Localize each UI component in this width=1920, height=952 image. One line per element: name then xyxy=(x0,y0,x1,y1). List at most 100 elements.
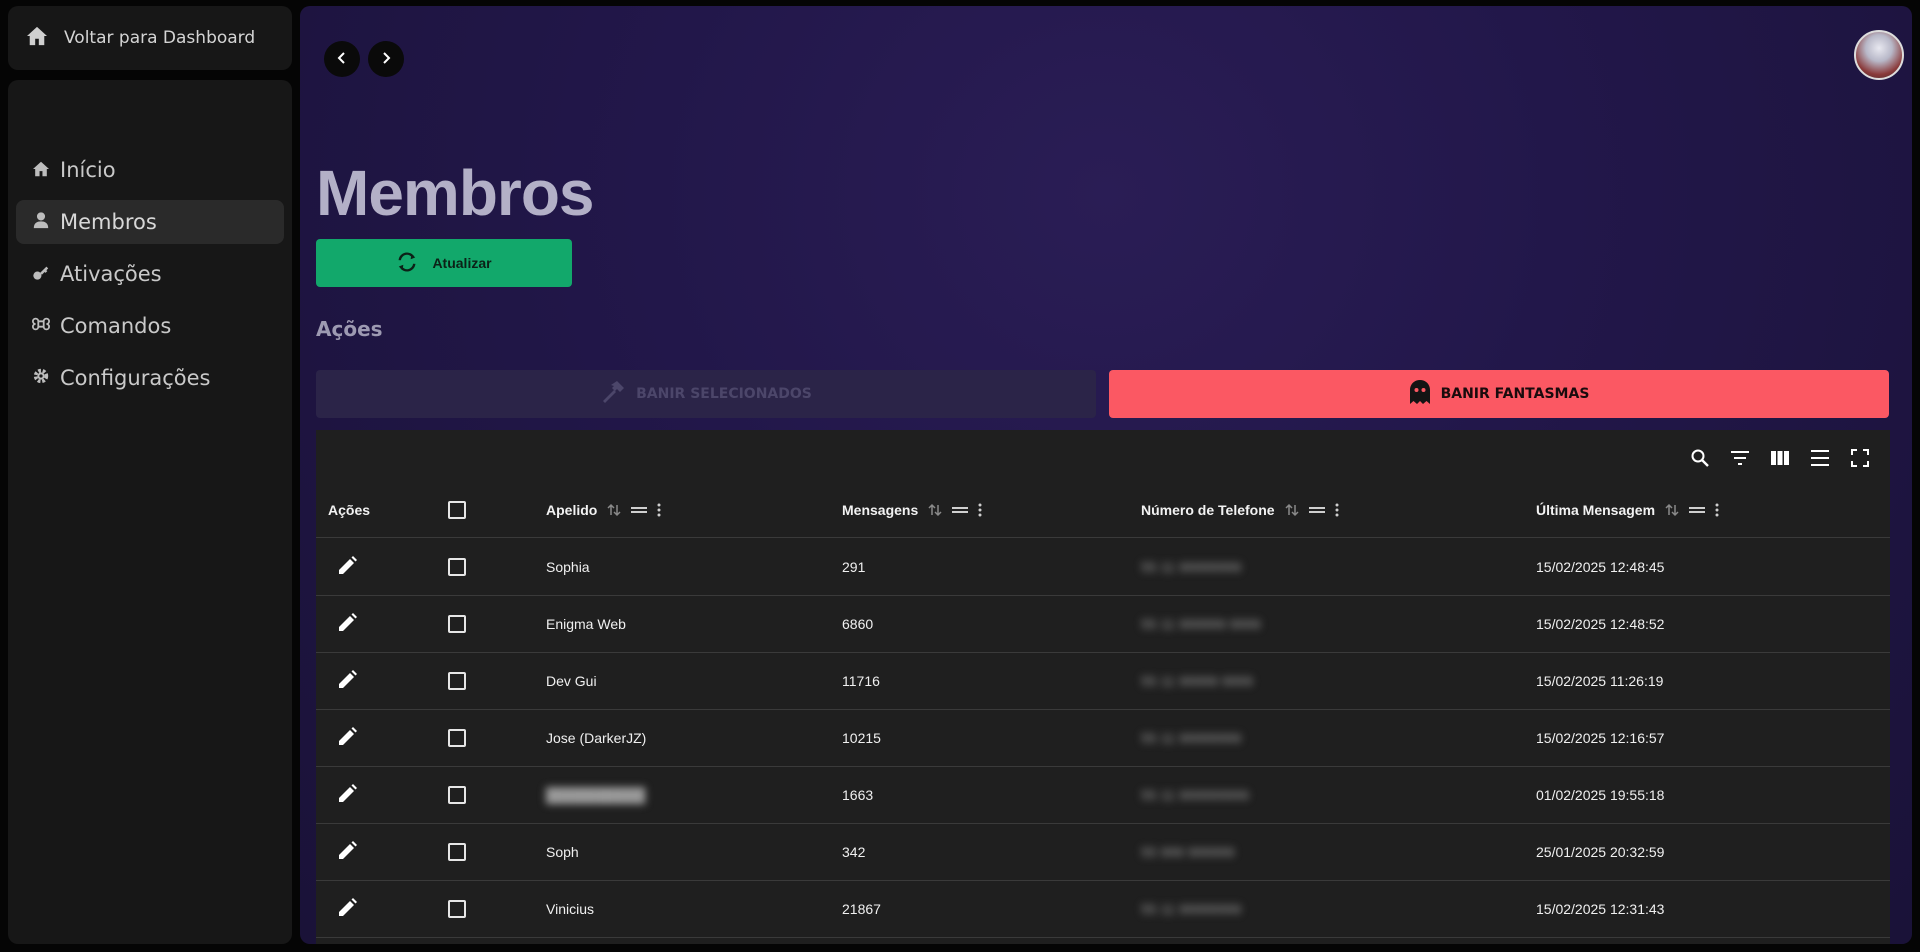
edit-button[interactable] xyxy=(336,767,358,823)
row-select-cell xyxy=(448,767,466,823)
column-header-label: Número de Telefone xyxy=(1141,502,1275,518)
row-checkbox[interactable] xyxy=(448,786,466,804)
back-to-dashboard-button[interactable]: Voltar para Dashboard xyxy=(8,6,292,70)
row-checkbox[interactable] xyxy=(448,558,466,576)
messages-cell: 342 xyxy=(842,844,866,860)
refresh-label: Atualizar xyxy=(432,255,492,271)
pencil-icon xyxy=(336,612,358,637)
row-checkbox[interactable] xyxy=(448,900,466,918)
refresh-icon xyxy=(396,251,418,275)
edit-button[interactable] xyxy=(336,539,358,595)
messages-cell: 11716 xyxy=(842,673,880,689)
last-message-cell: 15/02/2025 11:26:19 xyxy=(1536,673,1664,689)
last-message-cell: 25/01/2025 20:32:59 xyxy=(1536,844,1665,860)
drag-handle-icon[interactable] xyxy=(1308,505,1325,515)
refresh-button[interactable]: Atualizar xyxy=(316,239,572,287)
fullscreen-icon[interactable] xyxy=(1848,446,1872,470)
row-checkbox[interactable] xyxy=(448,672,466,690)
density-icon[interactable] xyxy=(1808,446,1832,470)
row-checkbox[interactable] xyxy=(448,843,466,861)
sidebar-item-inicio[interactable]: Início xyxy=(16,148,284,192)
column-header-mensagens[interactable]: Mensagens xyxy=(842,482,982,538)
table-row: Enigma Web 6860 55 11 999999 9999 15/02/… xyxy=(316,596,1890,653)
messages-cell: 10215 xyxy=(842,730,881,746)
user-avatar[interactable] xyxy=(1854,30,1904,80)
column-header-ultima-mensagem[interactable]: Última Mensagem xyxy=(1536,482,1719,538)
drag-handle-icon[interactable] xyxy=(1689,505,1706,515)
column-menu-icon[interactable] xyxy=(1715,503,1719,517)
columns-icon[interactable] xyxy=(1768,446,1792,470)
table-row: Jose (DarkerJZ) 10215 55 11 99999999 15/… xyxy=(316,710,1890,767)
search-icon[interactable] xyxy=(1688,446,1712,470)
app-root: Voltar para Dashboard Início Membros Ati… xyxy=(0,0,1920,952)
drag-handle-icon[interactable] xyxy=(631,505,648,515)
sort-icon[interactable] xyxy=(1285,503,1299,517)
row-checkbox[interactable] xyxy=(448,615,466,633)
back-to-dashboard-label: Voltar para Dashboard xyxy=(64,28,256,48)
column-menu-icon[interactable] xyxy=(657,503,661,517)
sidebar-item-label: Configurações xyxy=(60,366,211,390)
column-header-apelido[interactable]: Apelido xyxy=(546,482,661,538)
column-header-label: Ações xyxy=(328,502,371,518)
column-header-telefone[interactable]: Número de Telefone xyxy=(1141,482,1339,538)
command-icon xyxy=(32,314,50,338)
edit-button[interactable] xyxy=(336,824,358,880)
messages-cell: 6860 xyxy=(842,616,874,632)
nickname-cell: Vinicius xyxy=(546,901,594,917)
gear-icon xyxy=(32,366,50,390)
sidebar-item-ativacoes[interactable]: Ativações xyxy=(16,252,284,296)
edit-button[interactable] xyxy=(336,653,358,709)
ghost-icon xyxy=(1409,379,1431,409)
phone-cell: 55 11 999999 9999 xyxy=(1141,616,1261,632)
phone-cell: 55 999 999999 xyxy=(1141,844,1235,860)
pencil-icon xyxy=(336,783,358,808)
select-all-checkbox-cell xyxy=(448,482,466,538)
row-checkbox[interactable] xyxy=(448,729,466,747)
sidebar-nav: Início Membros Ativações Comandos Config… xyxy=(8,80,292,944)
back-arrow-button[interactable] xyxy=(324,41,360,77)
phone-cell: 55 11 99999999 xyxy=(1141,559,1242,575)
column-header-label: Apelido xyxy=(546,502,598,518)
home-icon xyxy=(26,26,48,50)
column-header-label: Última Mensagem xyxy=(1536,502,1656,518)
nickname-cell: Enigma Web xyxy=(546,616,626,632)
filter-icon[interactable] xyxy=(1728,446,1752,470)
last-message-cell: 15/02/2025 12:31:43 xyxy=(1536,901,1665,917)
sort-icon[interactable] xyxy=(607,503,621,517)
history-nav xyxy=(324,41,404,77)
sidebar-item-membros[interactable]: Membros xyxy=(16,200,284,244)
phone-cell: 55 11 999999999 xyxy=(1141,787,1249,803)
chevron-right-icon xyxy=(379,50,393,69)
messages-cell: 291 xyxy=(842,559,866,575)
ban-selected-button[interactable]: BANIR SELECIONADOS xyxy=(316,370,1096,418)
pencil-icon xyxy=(336,726,358,751)
table-row: Soph 342 55 999 999999 25/01/2025 20:32:… xyxy=(316,824,1890,881)
main-panel: Membros Atualizar Ações BANIR SELECIONAD… xyxy=(300,6,1912,944)
column-menu-icon[interactable] xyxy=(978,503,982,517)
sidebar-item-comandos[interactable]: Comandos xyxy=(16,304,284,348)
edit-button[interactable] xyxy=(336,710,358,766)
table-row: Dev Gui 11716 55 11 99999 9999 15/02/202… xyxy=(316,653,1890,710)
row-select-cell xyxy=(448,653,466,709)
nickname-cell: ██████████ xyxy=(546,787,646,803)
select-all-checkbox[interactable] xyxy=(448,501,466,519)
ban-ghosts-button[interactable]: BANIR FANTASMAS xyxy=(1109,370,1889,418)
nickname-cell: Soph xyxy=(546,844,579,860)
column-menu-icon[interactable] xyxy=(1335,503,1339,517)
row-select-cell xyxy=(448,881,466,937)
edit-button[interactable] xyxy=(336,596,358,652)
pencil-icon xyxy=(336,669,358,694)
pencil-icon xyxy=(336,897,358,922)
table-row: ██████████ 1663 55 11 999999999 01/02/20… xyxy=(316,767,1890,824)
hammer-icon xyxy=(600,379,626,409)
home-icon xyxy=(32,158,50,182)
forward-arrow-button[interactable] xyxy=(368,41,404,77)
edit-button[interactable] xyxy=(336,881,358,937)
sort-icon[interactable] xyxy=(928,503,942,517)
last-message-cell: 15/02/2025 12:48:45 xyxy=(1536,559,1665,575)
last-message-cell: 01/02/2025 19:55:18 xyxy=(1536,787,1665,803)
sort-icon[interactable] xyxy=(1665,503,1679,517)
drag-handle-icon[interactable] xyxy=(952,505,969,515)
sidebar-item-configuracoes[interactable]: Configurações xyxy=(16,356,284,400)
page-title: Membros xyxy=(316,157,594,229)
